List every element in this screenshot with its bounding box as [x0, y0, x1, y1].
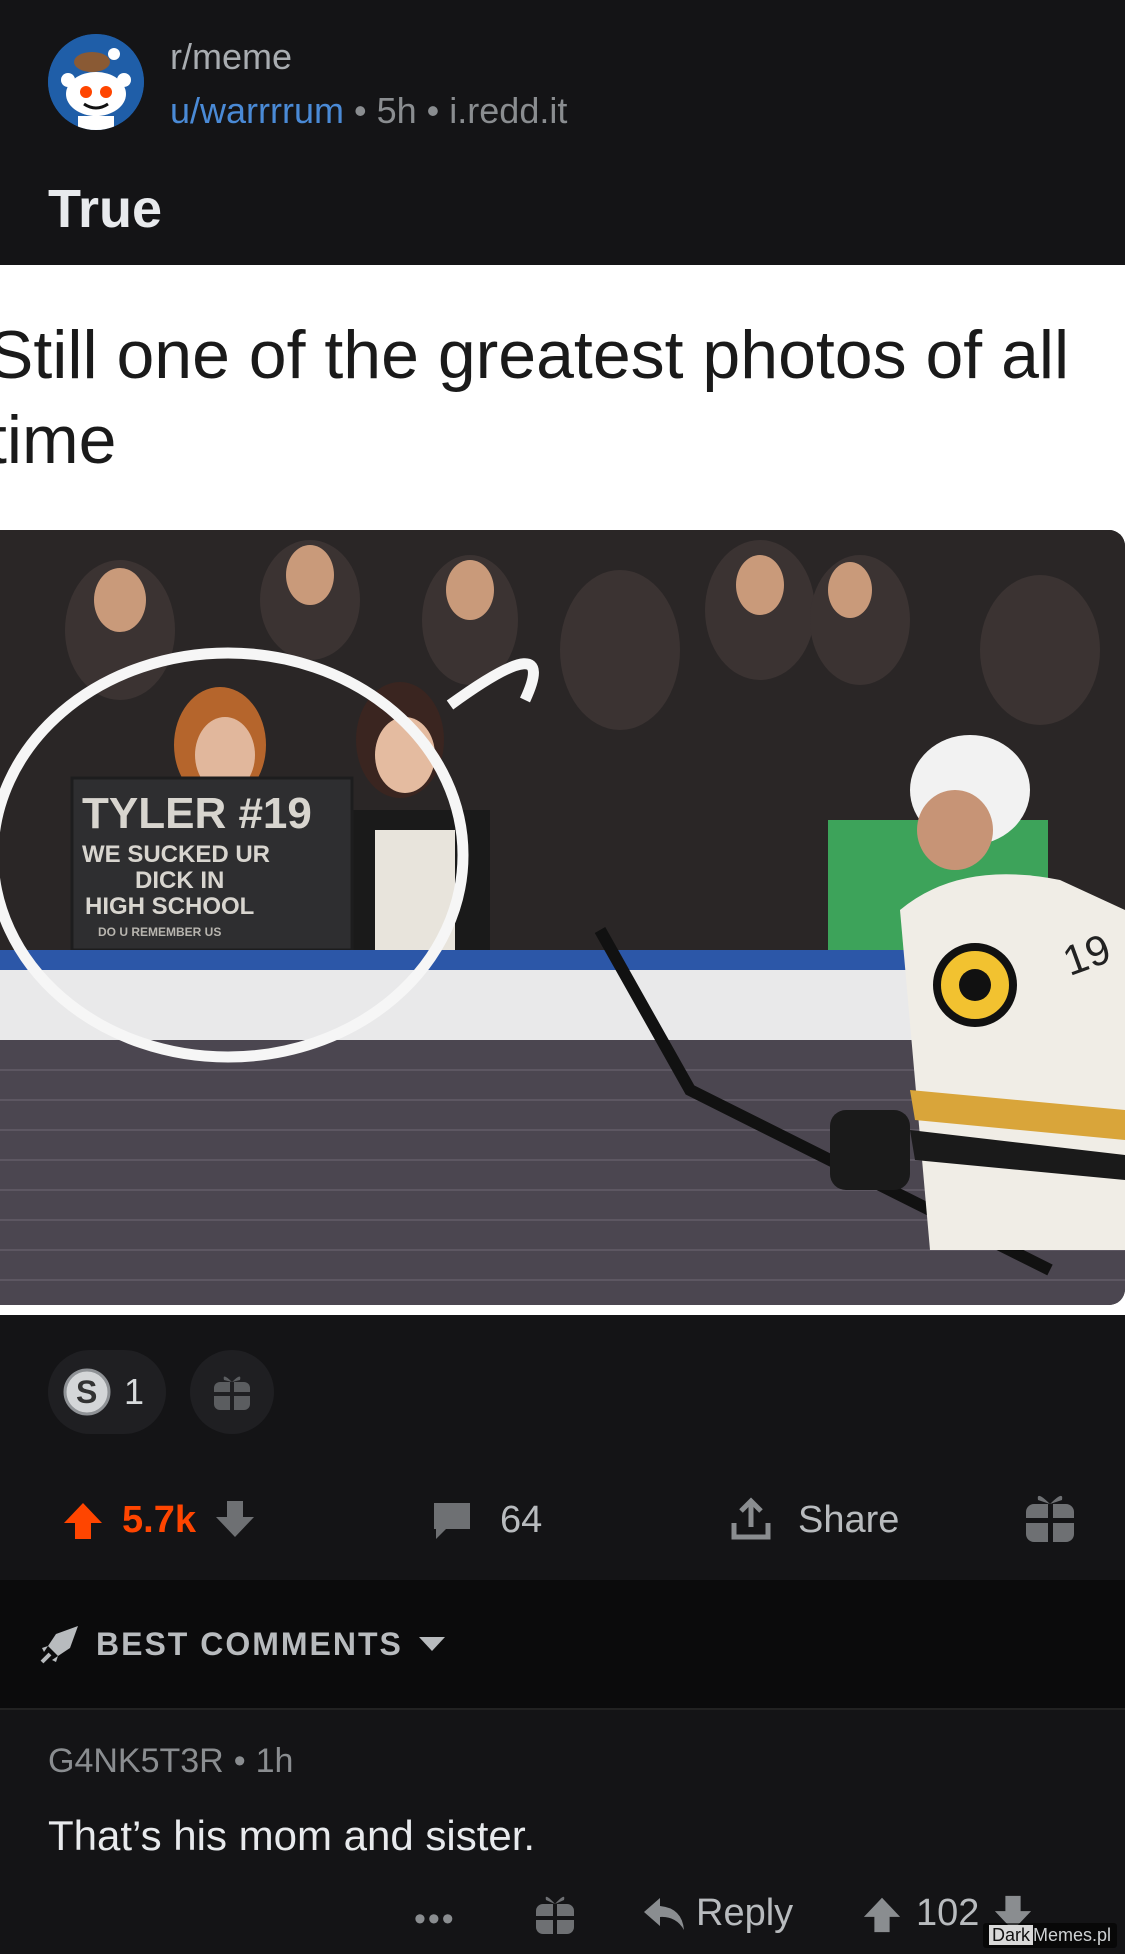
post-meta: r/meme u/warrrrum • 5h • i.redd.it	[170, 36, 567, 132]
share-icon	[731, 1497, 771, 1540]
watermark: Dark Memes.pl	[982, 1923, 1117, 1948]
sign-line-3: DICK IN	[135, 867, 224, 894]
awards-bar: S 1	[48, 1350, 275, 1434]
separator-dot: •	[354, 90, 367, 131]
post-header: r/meme u/warrrrum • 5h • i.redd.it True	[0, 0, 1125, 265]
subreddit-avatar[interactable]	[48, 34, 144, 130]
sign-title: TYLER #19	[82, 789, 312, 838]
post-title[interactable]: True	[48, 178, 162, 240]
post-byline: u/warrrrum • 5h • i.redd.it	[170, 90, 567, 132]
post-image[interactable]: Still one of the greatest photos of all …	[0, 265, 1125, 1315]
hockey-photo: TYLER #19 WE SUCKED UR DICK IN HIGH SCHO…	[0, 530, 1125, 1305]
separator-dot: •	[233, 1742, 246, 1780]
sort-selector[interactable]: BEST COMMENTS	[38, 1622, 447, 1666]
watermark-site: Memes.pl	[1032, 1925, 1111, 1945]
snoo-icon	[48, 34, 144, 130]
sign-line-4: HIGH SCHOOL	[85, 893, 254, 920]
image-caption: Still one of the greatest photos of all …	[0, 317, 1070, 478]
award-count: 1	[124, 1371, 145, 1412]
comment: G4NK5T3R • 1h That’s his mom and sister. •…	[0, 1712, 1125, 1954]
comment-score: 102	[916, 1892, 980, 1934]
comment-gift-button[interactable]	[532, 1892, 578, 1943]
photo-illustration: TYLER #19 WE SUCKED UR DICK IN HIGH SCHO…	[0, 530, 1125, 1305]
reply-label: Reply	[696, 1892, 794, 1934]
gift-icon	[536, 1896, 574, 1934]
watermark-dark: Dark	[988, 1925, 1033, 1945]
silver-award[interactable]: S 1	[48, 1350, 167, 1434]
share-button[interactable]: Share	[728, 1497, 899, 1543]
vote-control: 5.7k	[62, 1499, 256, 1542]
chevron-down-icon	[418, 1637, 445, 1651]
gift-icon	[1026, 1495, 1074, 1542]
sign-line-5: DO U REMEMBER US	[98, 925, 221, 939]
comment-author[interactable]: G4NK5T3R	[48, 1742, 224, 1780]
post-score: 5.7k	[122, 1498, 196, 1541]
subreddit-name[interactable]: r/meme	[170, 36, 567, 78]
author-link[interactable]: u/warrrrum	[170, 90, 344, 131]
sort-label: BEST COMMENTS	[96, 1625, 403, 1662]
comment-age: 1h	[255, 1742, 294, 1780]
more-options-button[interactable]: •••	[414, 1900, 456, 1939]
post-actions: 5.7k 64 Share	[0, 1475, 1125, 1565]
comments-button[interactable]: 64	[430, 1499, 542, 1542]
silver-award-icon: S	[63, 1368, 111, 1416]
separator-dot: •	[426, 90, 440, 131]
post-age: 5h	[376, 90, 417, 131]
comment-actions: ••• Reply 102	[0, 1892, 1125, 1952]
comment-count: 64	[500, 1498, 543, 1541]
post-domain[interactable]: i.redd.it	[449, 90, 567, 131]
gift-button[interactable]	[1022, 1490, 1078, 1551]
comment-icon	[434, 1503, 470, 1539]
share-label: Share	[798, 1498, 900, 1541]
reply-icon	[644, 1897, 684, 1930]
comment-meta: G4NK5T3R • 1h	[48, 1742, 293, 1781]
downvote-icon[interactable]	[214, 1499, 256, 1541]
upvote-icon[interactable]	[62, 1499, 104, 1541]
reply-button[interactable]: Reply	[642, 1892, 793, 1935]
rocket-icon	[40, 1626, 78, 1664]
comment-body: That’s his mom and sister.	[48, 1812, 536, 1859]
svg-text:S: S	[76, 1374, 97, 1410]
comment-sort-bar[interactable]: BEST COMMENTS	[0, 1580, 1125, 1710]
gift-icon	[214, 1376, 251, 1410]
give-award-button[interactable]	[190, 1350, 275, 1434]
upvote-icon[interactable]	[862, 1894, 902, 1934]
sign-line-2: WE SUCKED UR	[82, 841, 270, 868]
